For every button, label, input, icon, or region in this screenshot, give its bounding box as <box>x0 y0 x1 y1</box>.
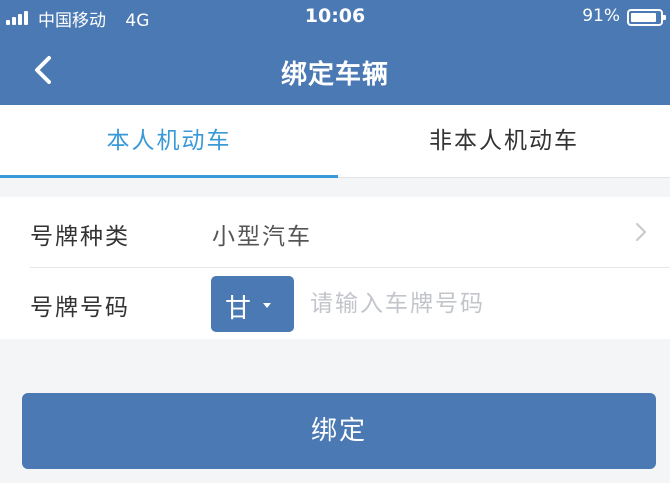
province-selector[interactable]: 甘 <box>211 276 294 332</box>
battery-icon <box>627 9 666 26</box>
battery-fill <box>631 13 656 22</box>
tab-own-vehicle[interactable]: 本人机动车 <box>0 105 338 178</box>
plate-type-value: 小型汽车 <box>212 224 312 250</box>
plate-type-row[interactable]: 号牌种类 小型汽车 <box>0 197 670 268</box>
province-value: 甘 <box>225 294 252 324</box>
tab-other-vehicle[interactable]: 非本人机动车 <box>338 105 670 177</box>
plate-number-input[interactable] <box>308 284 652 324</box>
bind-button[interactable]: 绑定 <box>22 393 656 469</box>
vehicle-form: 号牌种类 小型汽车 号牌号码 甘 <box>0 197 670 339</box>
status-bar: 中国移动 4G 10:06 91% <box>0 0 670 36</box>
tab-bar: 本人机动车 非本人机动车 <box>0 105 670 178</box>
plate-number-row: 号牌号码 甘 <box>0 268 670 338</box>
chevron-right-icon <box>636 223 646 241</box>
clock: 10:06 <box>304 5 366 27</box>
caret-down-icon <box>263 303 271 308</box>
battery-percent: 91% <box>582 6 620 26</box>
plate-number-label: 号牌号码 <box>30 295 130 321</box>
app-header: 中国移动 4G 10:06 91% 绑定车辆 <box>0 0 670 105</box>
page-title: 绑定车辆 <box>280 60 389 90</box>
plate-type-label: 号牌种类 <box>30 224 130 250</box>
